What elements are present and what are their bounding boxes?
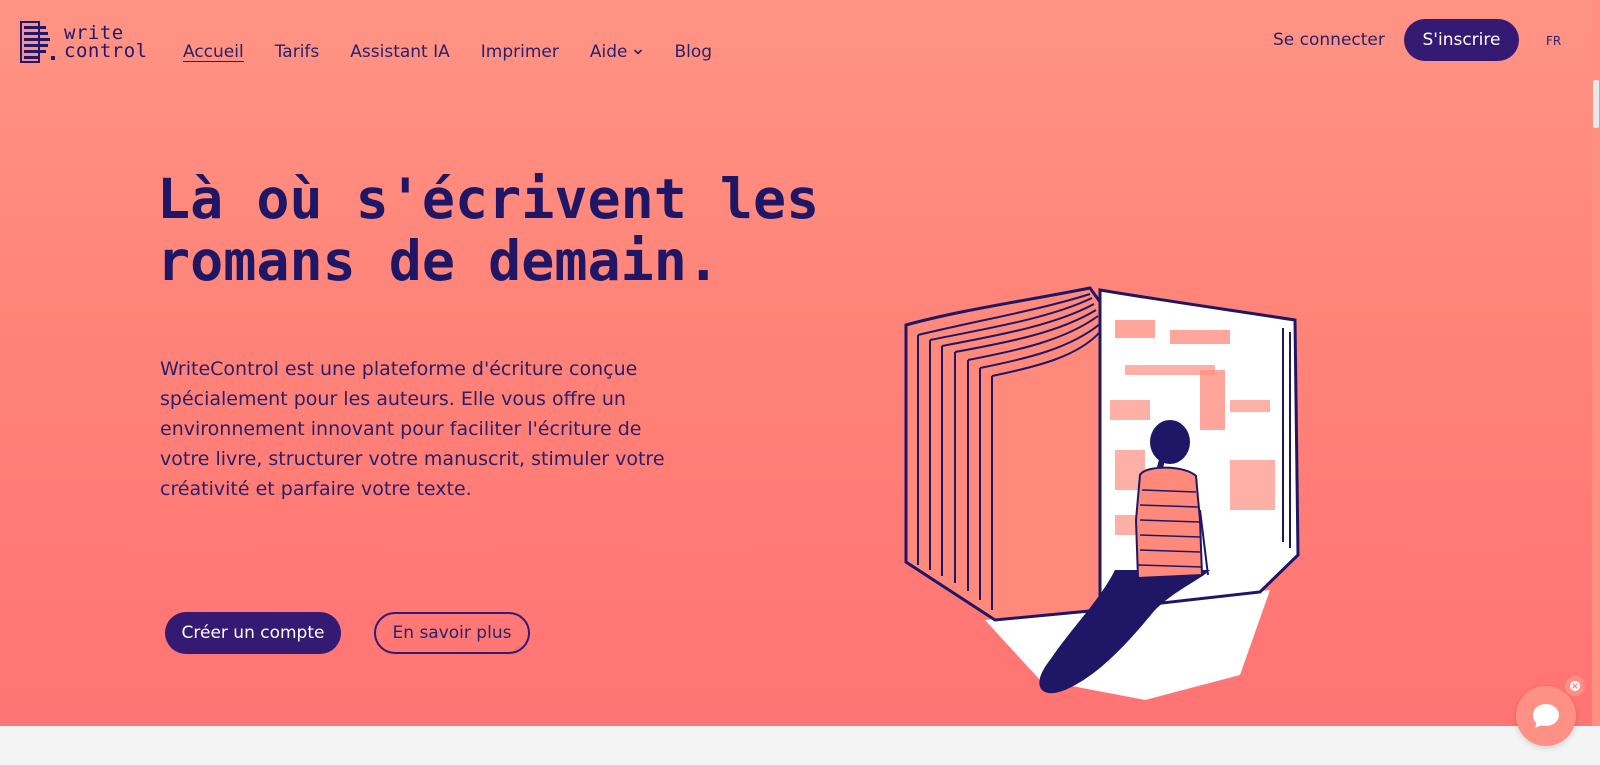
language-selector[interactable]: FR <box>1546 34 1561 48</box>
nav-item-aide-label: Aide <box>589 42 628 62</box>
chevron-down-icon <box>634 49 643 55</box>
hero-description: WriteControl est une plateforme d'écritu… <box>160 358 665 500</box>
main-nav: Accueil Tarifs Assistant IA Imprimer Aid… <box>183 42 743 62</box>
close-icon <box>1570 681 1580 691</box>
hero-section: write control Accueil Tarifs Assistant I… <box>0 0 1592 726</box>
login-link[interactable]: Se connecter <box>1273 30 1385 50</box>
open-book-reader-illustration <box>904 286 1300 700</box>
hero-title-line-1: Là où s'écrivent les <box>157 167 820 231</box>
chat-button[interactable] <box>1516 686 1576 746</box>
brand-line-2: control <box>64 40 148 62</box>
chat-close-button[interactable] <box>1565 676 1585 696</box>
learn-more-button[interactable]: En savoir plus <box>374 612 530 654</box>
nav-item-blog[interactable]: Blog <box>674 42 712 62</box>
writecontrol-logo-icon <box>20 21 55 63</box>
scrollbar-thumb[interactable] <box>1593 80 1599 128</box>
brand-logo[interactable]: write control <box>20 21 148 63</box>
nav-item-imprimer[interactable]: Imprimer <box>481 42 559 62</box>
hero-title-line-2: romans de demain. <box>157 229 720 293</box>
nav-item-assistant-ia[interactable]: Assistant IA <box>350 42 450 62</box>
create-account-button[interactable]: Créer un compte <box>165 612 341 654</box>
nav-item-tarifs[interactable]: Tarifs <box>275 42 320 62</box>
nav-item-accueil[interactable]: Accueil <box>183 42 244 62</box>
signup-button[interactable]: S'inscrire <box>1404 19 1519 61</box>
chat-bubble-icon <box>1533 704 1559 728</box>
brand-wordmark: write control <box>64 24 148 62</box>
nav-item-aide[interactable]: Aide <box>590 42 644 62</box>
hero-title: Là où s'écrivent les romans de demain. <box>157 168 877 292</box>
next-section <box>0 726 1600 765</box>
